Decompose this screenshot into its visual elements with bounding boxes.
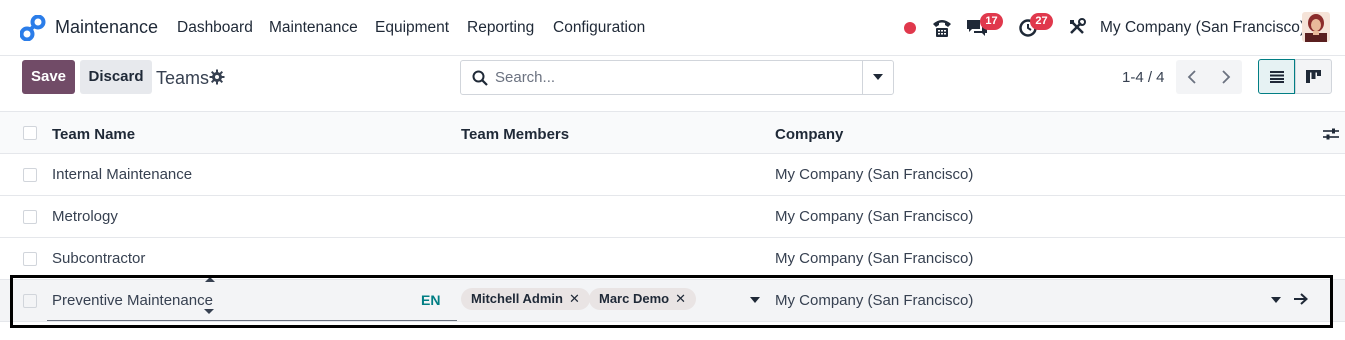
messages-badge: 17 [980,13,1003,30]
column-header-team-members[interactable]: Team Members [461,126,569,143]
chevron-left-icon [1187,70,1196,84]
chevron-right-icon [1222,70,1231,84]
company-cell[interactable]: My Company (San Francisco) [775,250,973,267]
discard-button[interactable]: Discard [80,60,152,94]
kanban-view-button[interactable] [1295,59,1332,94]
remove-tag-icon[interactable]: ✕ [675,291,686,306]
company-cell[interactable]: My Company (San Francisco) [775,208,973,225]
pager-next-button[interactable] [1209,60,1242,94]
member-tag-label: Mitchell Admin [471,291,563,306]
row-checkbox[interactable] [23,210,37,224]
row-checkbox[interactable] [23,252,37,266]
user-avatar[interactable] [1302,12,1330,42]
app-name[interactable]: Maintenance [55,17,158,38]
menu-configuration[interactable]: Configuration [553,19,645,37]
team-name-cell[interactable]: Internal Maintenance [52,166,192,183]
pager-value[interactable]: 1-4 / 4 [1122,69,1165,86]
editing-table-row[interactable]: Preventive Maintenance EN Mitchell Admin… [0,277,1345,322]
team-name-input[interactable]: Preventive Maintenance [52,292,213,309]
team-name-input-underline [47,320,457,321]
row-checkbox[interactable] [23,294,37,308]
member-tag[interactable]: Marc Demo ✕ [589,288,696,310]
list-view-button[interactable] [1258,59,1295,94]
search-input[interactable] [495,62,861,93]
company-cell[interactable]: My Company (San Francisco) [775,166,973,183]
row-checkbox[interactable] [23,168,37,182]
company-dropdown-caret-icon[interactable] [1271,297,1281,303]
activities-badge: 27 [1030,13,1053,30]
search-bar [460,60,894,95]
language-toggle[interactable]: EN [421,292,440,308]
member-tag[interactable]: Mitchell Admin ✕ [461,288,590,310]
menu-equipment[interactable]: Equipment [375,19,449,37]
top-navbar: Maintenance Dashboard Maintenance Equipm… [0,0,1345,56]
gear-icon[interactable] [209,69,225,85]
menu-maintenance[interactable]: Maintenance [269,19,358,37]
phone-icon[interactable] [931,17,953,39]
breadcrumb: Teams [156,68,210,88]
table-row[interactable]: Subcontractor My Company (San Francisco) [0,238,1345,280]
table-row[interactable]: Metrology My Company (San Francisco) [0,196,1345,238]
list-view-icon [1270,71,1284,83]
open-record-arrow-icon[interactable] [1294,293,1308,305]
search-icon[interactable] [472,70,488,86]
column-header-company[interactable]: Company [775,126,843,143]
remove-tag-icon[interactable]: ✕ [569,291,580,306]
save-button[interactable]: Save [22,60,75,94]
company-switcher[interactable]: My Company (San Francisco) [1100,19,1305,37]
status-dot-icon[interactable] [903,21,917,35]
table-header: Team Name Team Members Company [0,111,1345,154]
debug-tools-icon[interactable] [1068,18,1086,36]
search-options-toggle[interactable] [862,61,893,94]
member-tag-label: Marc Demo [599,291,670,306]
table-row[interactable]: Internal Maintenance My Company (San Fra… [0,154,1345,196]
resize-handle-top-icon[interactable] [205,277,215,282]
menu-dashboard[interactable]: Dashboard [177,19,253,37]
maintenance-app-icon[interactable] [20,15,46,41]
select-all-checkbox[interactable] [23,126,37,140]
company-input[interactable]: My Company (San Francisco) [775,292,973,309]
caret-down-icon [873,74,883,80]
kanban-view-icon [1306,70,1321,83]
optional-columns-toggle-icon[interactable] [1323,127,1339,141]
members-dropdown-caret-icon[interactable] [750,297,760,303]
pager-previous-button[interactable] [1176,60,1209,94]
team-name-cell[interactable]: Metrology [52,208,118,225]
column-header-team-name[interactable]: Team Name [52,126,135,143]
team-name-cell[interactable]: Subcontractor [52,250,145,267]
resize-handle-bottom-icon[interactable] [204,309,214,314]
menu-reporting[interactable]: Reporting [467,19,534,37]
